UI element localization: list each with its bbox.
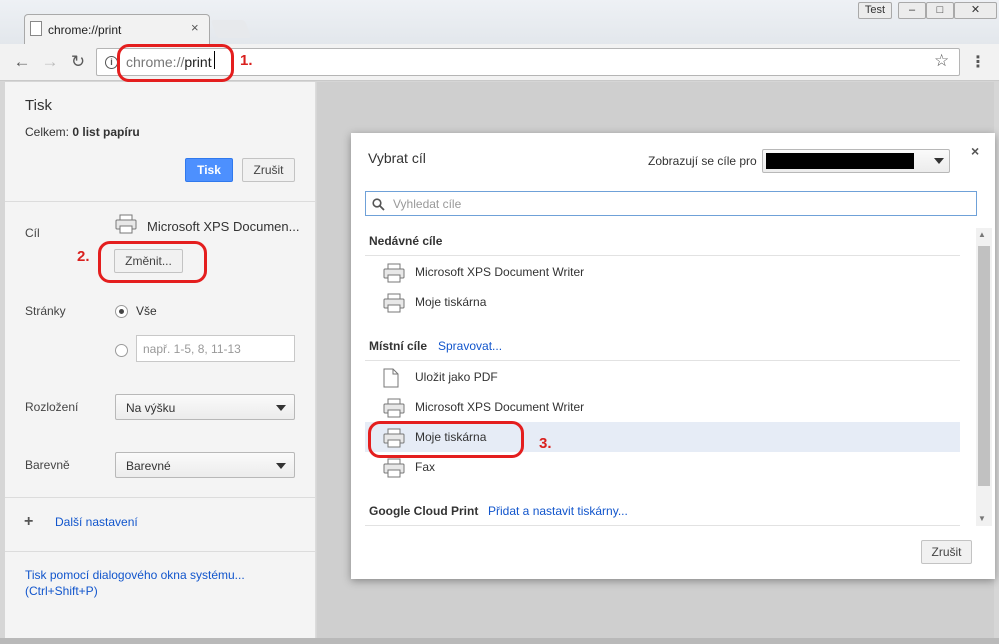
- bookmark-star-icon[interactable]: ☆: [934, 51, 949, 71]
- more-settings-link[interactable]: Další nastavení: [55, 515, 138, 529]
- total-label: Celkem:: [25, 125, 70, 139]
- destination-row[interactable]: Moje tiskárna: [365, 287, 960, 317]
- new-tab-button[interactable]: [210, 20, 252, 38]
- plus-icon[interactable]: +: [24, 513, 33, 531]
- annotation-step-1: 1.: [240, 52, 253, 69]
- pdf-icon: [383, 368, 399, 391]
- annotation-step-3: 3.: [539, 435, 552, 452]
- printer-icon: [115, 214, 137, 237]
- layout-select[interactable]: Na výšku: [115, 394, 295, 420]
- scroll-up-icon[interactable]: ▲: [978, 230, 986, 239]
- search-placeholder: Vyhledat cíle: [393, 197, 462, 211]
- divider: [365, 255, 960, 256]
- user-badge[interactable]: Test: [858, 2, 892, 19]
- color-select[interactable]: Barevné: [115, 452, 295, 478]
- pages-all-label: Vše: [136, 304, 157, 318]
- dialog-title: Vybrat cíl: [368, 150, 426, 166]
- destination-label: Cíl: [25, 226, 40, 240]
- close-icon[interactable]: ×: [971, 143, 979, 159]
- pages-range-input[interactable]: např. 1-5, 8, 11-13: [136, 335, 295, 362]
- tab-title: chrome://print: [48, 23, 122, 37]
- add-printers-link[interactable]: Přidat a nastavit tiskárny...: [488, 504, 628, 518]
- tab-close-icon[interactable]: ×: [191, 20, 199, 35]
- annotation-ring-3: [368, 421, 524, 458]
- printer-icon: [383, 293, 405, 316]
- chevron-down-icon: [934, 158, 944, 164]
- page-icon: [30, 21, 42, 36]
- destination-row[interactable]: Microsoft XPS Document Writer: [365, 392, 960, 422]
- print-button[interactable]: Tisk: [185, 158, 233, 182]
- reload-icon[interactable]: ↻: [67, 51, 89, 73]
- window-bottom-edge: [0, 638, 999, 644]
- printer-icon: [383, 263, 405, 286]
- total-value: 0 list papíru: [72, 125, 140, 139]
- maximize-button[interactable]: □: [926, 2, 954, 19]
- local-section-title: Místní cíle: [369, 339, 428, 353]
- scroll-down-icon[interactable]: ▼: [978, 514, 986, 523]
- divider: [5, 551, 315, 552]
- forward-arrow-icon[interactable]: →: [39, 51, 61, 73]
- pages-all-radio[interactable]: [115, 305, 128, 318]
- page-title: Tisk: [25, 97, 52, 114]
- divider: [5, 497, 315, 498]
- cancel-button[interactable]: Zrušit: [242, 158, 295, 182]
- close-window-button[interactable]: ✕: [954, 2, 997, 19]
- destination-name: Moje tiskárna: [415, 295, 487, 309]
- chevron-down-icon: [276, 405, 286, 411]
- divider: [5, 201, 315, 202]
- color-label: Barevně: [25, 458, 70, 472]
- annotation-ring-1: [117, 44, 234, 82]
- destination-row[interactable]: Uložit jako PDF: [365, 362, 960, 392]
- showing-for-label: Zobrazují se cíle pro: [648, 154, 757, 168]
- printer-icon: [383, 458, 405, 481]
- printer-icon: [383, 398, 405, 421]
- divider: [365, 360, 960, 361]
- destination-name: Microsoft XPS Document Writer: [415, 265, 585, 279]
- chevron-down-icon: [276, 463, 286, 469]
- destination-row[interactable]: Microsoft XPS Document Writer: [365, 257, 960, 287]
- search-icon: [372, 193, 385, 214]
- pages-custom-radio[interactable]: [115, 344, 128, 357]
- recent-section-title: Nedávné cíle: [369, 234, 443, 248]
- back-arrow-icon[interactable]: ←: [11, 51, 33, 73]
- system-dialog-link[interactable]: Tisk pomocí dialogového okna systému... …: [25, 567, 285, 599]
- layout-label: Rozložení: [25, 400, 79, 414]
- minimize-button[interactable]: –: [898, 2, 926, 19]
- annotation-step-2: 2.: [77, 248, 90, 265]
- color-value: Barevné: [126, 459, 171, 473]
- menu-icon[interactable]: ⋮: [970, 52, 986, 72]
- redacted-account: [766, 153, 914, 169]
- divider: [365, 525, 960, 526]
- cloud-section-title: Google Cloud Print: [369, 504, 479, 518]
- pages-label: Stránky: [25, 304, 66, 318]
- destination-name: Microsoft XPS Document Writer: [415, 400, 585, 414]
- dialog-cancel-button[interactable]: Zrušit: [921, 540, 972, 564]
- layout-value: Na výšku: [126, 401, 176, 415]
- destination-name: Microsoft XPS Documen...: [147, 219, 300, 234]
- annotation-ring-2: [98, 241, 207, 283]
- sheet-total: Celkem: 0 list papíru: [25, 125, 140, 139]
- manage-link[interactable]: Spravovat...: [438, 339, 502, 353]
- destination-name: Uložit jako PDF: [415, 370, 498, 384]
- scrollbar-thumb[interactable]: [978, 246, 990, 486]
- destination-name: Fax: [415, 460, 436, 474]
